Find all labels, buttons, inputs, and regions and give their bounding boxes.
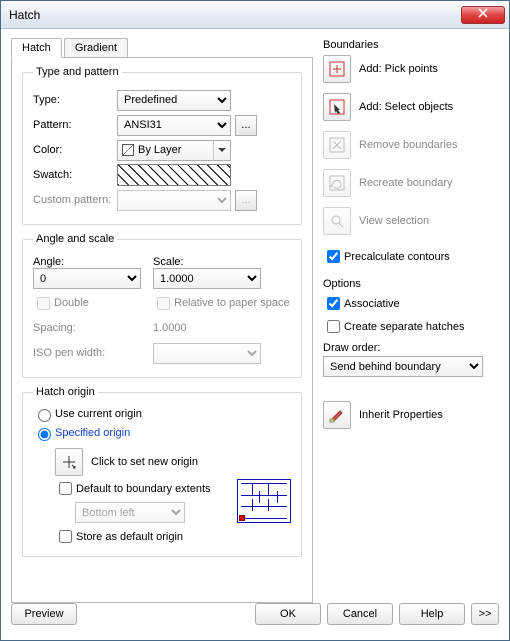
more-options-button[interactable]: >> [471,603,499,625]
inherit-properties-button[interactable] [323,401,351,429]
preview-button[interactable]: Preview [11,603,77,625]
bylayer-swatch-icon [122,144,134,156]
inherit-icon [328,406,346,424]
close-icon [478,8,488,18]
window-title: Hatch [9,8,461,22]
custom-pattern-label: Custom pattern: [33,194,117,206]
hatch-origin-legend: Hatch origin [33,386,98,398]
type-pattern-group: Type and pattern Type: Predefined Patter… [22,66,302,225]
draw-order-combo[interactable]: Send behind boundary [323,356,483,377]
angle-label: Angle: [33,256,153,268]
relative-checkbox: Relative to paper space [153,294,290,313]
use-current-origin-radio[interactable]: Use current origin [33,406,142,422]
specified-origin-radio[interactable]: Specified origin [33,425,130,441]
angle-scale-legend: Angle and scale [33,233,117,245]
recreate-boundary-button [323,169,351,197]
pattern-browse-button[interactable]: ... [235,115,257,136]
custom-pattern-browse-button: ... [235,190,257,211]
recreate-boundary-icon [328,174,346,192]
crosshair-icon [61,454,77,470]
swatch-label: Swatch: [33,169,117,181]
origin-preview [237,479,291,523]
pick-points-label: Add: Pick points [359,63,438,75]
view-selection-button [323,207,351,235]
store-default-checkbox[interactable]: Store as default origin [55,527,183,546]
type-pattern-legend: Type and pattern [33,66,122,78]
select-objects-icon [328,98,346,116]
cancel-button[interactable]: Cancel [327,603,393,625]
chevron-down-icon [213,141,230,160]
boundaries-label: Boundaries [323,39,499,51]
color-combo[interactable]: By Layer [117,140,231,161]
type-combo[interactable]: Predefined [117,90,231,111]
type-label: Type: [33,94,117,106]
view-selection-label: View selection [359,215,429,227]
iso-combo [153,343,261,364]
help-button[interactable]: Help [399,603,465,625]
inherit-properties-label: Inherit Properties [359,409,443,421]
select-objects-label: Add: Select objects [359,101,453,113]
scale-combo[interactable]: 1.0000 [153,268,261,289]
default-extents-checkbox[interactable]: Default to boundary extents [55,479,211,498]
ok-button[interactable]: OK [255,603,321,625]
origin-dot-icon [239,515,245,521]
spacing-value: 1.0000 [153,322,187,334]
remove-boundaries-label: Remove boundaries [359,139,457,151]
angle-combo[interactable]: 0 [33,268,141,289]
double-checkbox: Double [33,294,153,313]
color-label: Color: [33,144,117,156]
pick-points-icon [328,60,346,78]
color-value: By Layer [138,144,181,156]
set-origin-label: Click to set new origin [91,456,198,468]
spacing-label: Spacing: [33,322,153,334]
options-label: Options [323,278,499,290]
remove-boundaries-button [323,131,351,159]
custom-pattern-combo [117,190,231,211]
iso-label: ISO pen width: [33,347,153,359]
pattern-combo[interactable]: ANSI31 [117,115,231,136]
remove-boundaries-icon [328,136,346,154]
set-origin-button[interactable] [55,448,83,476]
view-selection-icon [328,212,346,230]
scale-label: Scale: [153,256,261,268]
precalc-checkbox[interactable]: Precalculate contours [323,247,450,266]
titlebar: Hatch [1,1,509,29]
select-objects-button[interactable] [323,93,351,121]
pick-points-button[interactable] [323,55,351,83]
hatch-origin-group: Hatch origin Use current origin Specifie… [22,386,302,557]
swatch-preview[interactable] [117,164,231,186]
close-button[interactable] [461,6,505,24]
associative-checkbox[interactable]: Associative [323,294,400,313]
tab-hatch[interactable]: Hatch [11,38,62,58]
tab-panel: Type and pattern Type: Predefined Patter… [11,57,313,603]
pattern-label: Pattern: [33,119,117,131]
recreate-boundary-label: Recreate boundary [359,177,453,189]
tab-gradient[interactable]: Gradient [64,38,128,57]
angle-scale-group: Angle and scale Angle: 0 Scale: 1.0000 D… [22,233,302,378]
draw-order-label: Draw order: [323,342,499,354]
origin-position-combo: Bottom left [75,502,185,523]
separate-hatches-checkbox[interactable]: Create separate hatches [323,317,464,336]
